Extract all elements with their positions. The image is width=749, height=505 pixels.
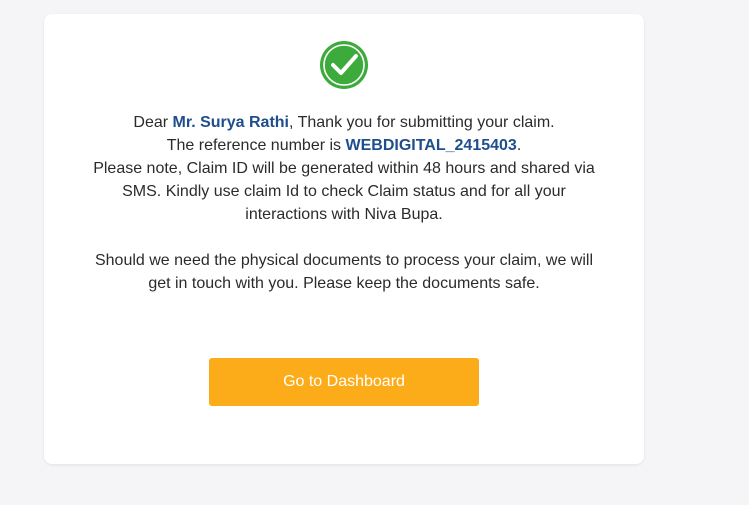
claim-confirmation-card: Dear Mr. Surya Rathi, Thank you for subm… bbox=[44, 14, 644, 464]
claim-id-note-line-3: interactions with Niva Bupa. bbox=[245, 206, 443, 223]
reference-number: WEBDIGITAL_2415403 bbox=[345, 137, 517, 154]
confirmation-message: Dear Mr. Surya Rathi, Thank you for subm… bbox=[44, 111, 644, 295]
documents-note-line-2: get in touch with you. Please keep the d… bbox=[148, 275, 540, 292]
claim-id-note-line-1: Please note, Claim ID will be generated … bbox=[93, 160, 595, 177]
reference-suffix: . bbox=[516, 137, 522, 154]
thanks-text: , Thank you for submitting your claim. bbox=[289, 114, 555, 131]
reference-line: The reference number is WEBDIGITAL_24154… bbox=[44, 134, 644, 157]
documents-note-line-1: Should we need the physical documents to… bbox=[94, 252, 594, 269]
check-circle-icon bbox=[320, 41, 368, 89]
customer-name: Mr. Surya Rathi bbox=[172, 114, 289, 131]
go-to-dashboard-button[interactable]: Go to Dashboard bbox=[209, 358, 479, 406]
salutation: Dear bbox=[133, 114, 173, 131]
greeting-line: Dear Mr. Surya Rathi, Thank you for subm… bbox=[44, 111, 644, 134]
claim-id-note-line-2: SMS. Kindly use claim Id to check Claim … bbox=[122, 183, 566, 200]
reference-prefix: The reference number is bbox=[166, 137, 346, 154]
